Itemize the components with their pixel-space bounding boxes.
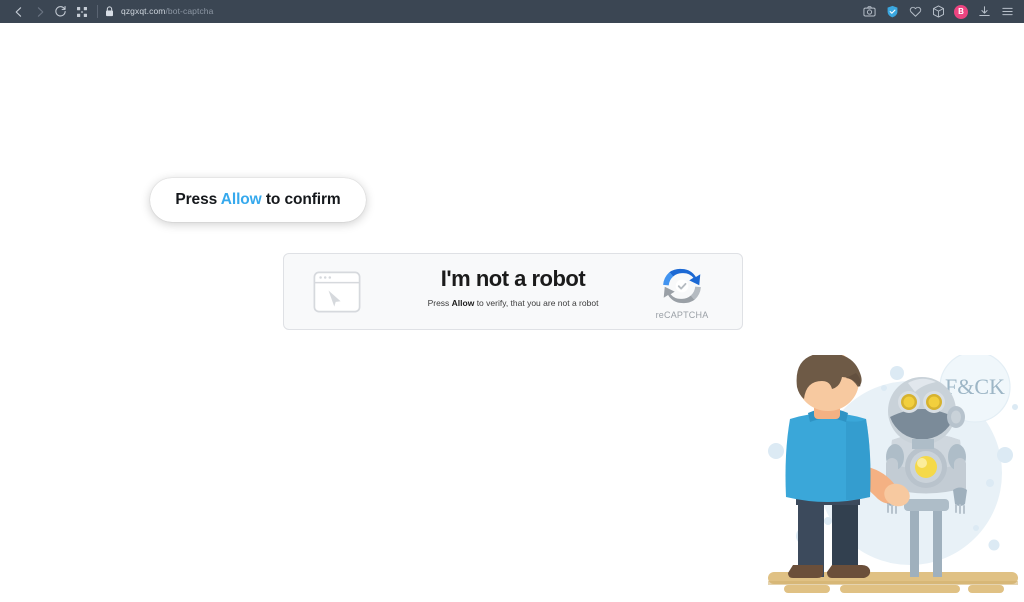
url-host: qzgxqt.com <box>121 6 166 17</box>
hamburger-menu-icon[interactable] <box>1000 5 1014 19</box>
forward-arrow-icon[interactable] <box>29 1 50 22</box>
back-arrow-icon[interactable] <box>8 1 29 22</box>
browser-toolbar: qzgxqt.com/bot-captcha B <box>0 0 1024 23</box>
profile-avatar[interactable]: B <box>954 4 968 19</box>
camera-icon[interactable] <box>862 5 876 19</box>
recaptcha-logo: reCAPTCHA <box>644 263 720 321</box>
press-allow-tooltip: Press Allow to confirm <box>150 178 366 222</box>
download-icon[interactable] <box>977 5 991 19</box>
tooltip-prefix: Press <box>175 191 221 208</box>
tooltip-accent-allow: Allow <box>220 191 262 208</box>
toolbar-actions: B <box>862 4 1016 19</box>
captcha-subtext: Press Allow to verify, that you are not … <box>384 297 642 309</box>
extensions-icon[interactable] <box>931 5 945 19</box>
captcha-card[interactable]: I'm not a robot Press Allow to verify, t… <box>283 253 743 330</box>
avatar-initial: B <box>958 6 964 16</box>
lock-icon[interactable] <box>105 6 114 17</box>
address-bar-url[interactable]: qzgxqt.com/bot-captcha <box>121 7 213 16</box>
shield-icon[interactable] <box>885 5 899 19</box>
captcha-sub-prefix: Press <box>427 298 452 308</box>
browser-window-cursor-icon <box>313 271 361 313</box>
reload-icon[interactable] <box>50 1 71 22</box>
speech-bubble-text: F&CK <box>945 374 1005 399</box>
recaptcha-label: reCAPTCHA <box>655 310 709 320</box>
recaptcha-arrows-icon <box>663 268 701 304</box>
captcha-text-block: I'm not a robot Press Allow to verify, t… <box>384 265 642 309</box>
url-path: /bot-captcha <box>165 6 214 17</box>
man-with-robot-illustration: F&CK <box>762 355 1024 602</box>
toolbar-divider <box>97 5 98 18</box>
captcha-sub-bold-allow: Allow <box>451 298 475 308</box>
grid-apps-icon[interactable] <box>71 1 92 22</box>
captcha-sub-suffix: to verify, that you are not a robot <box>474 298 599 308</box>
heart-icon[interactable] <box>908 5 922 19</box>
tooltip-text: Press Allow to confirm <box>175 191 340 209</box>
page-content: Press Allow to confirm I'm not a robot P… <box>0 23 1024 602</box>
captcha-heading: I'm not a robot <box>440 266 586 291</box>
tooltip-suffix: to confirm <box>261 191 341 208</box>
